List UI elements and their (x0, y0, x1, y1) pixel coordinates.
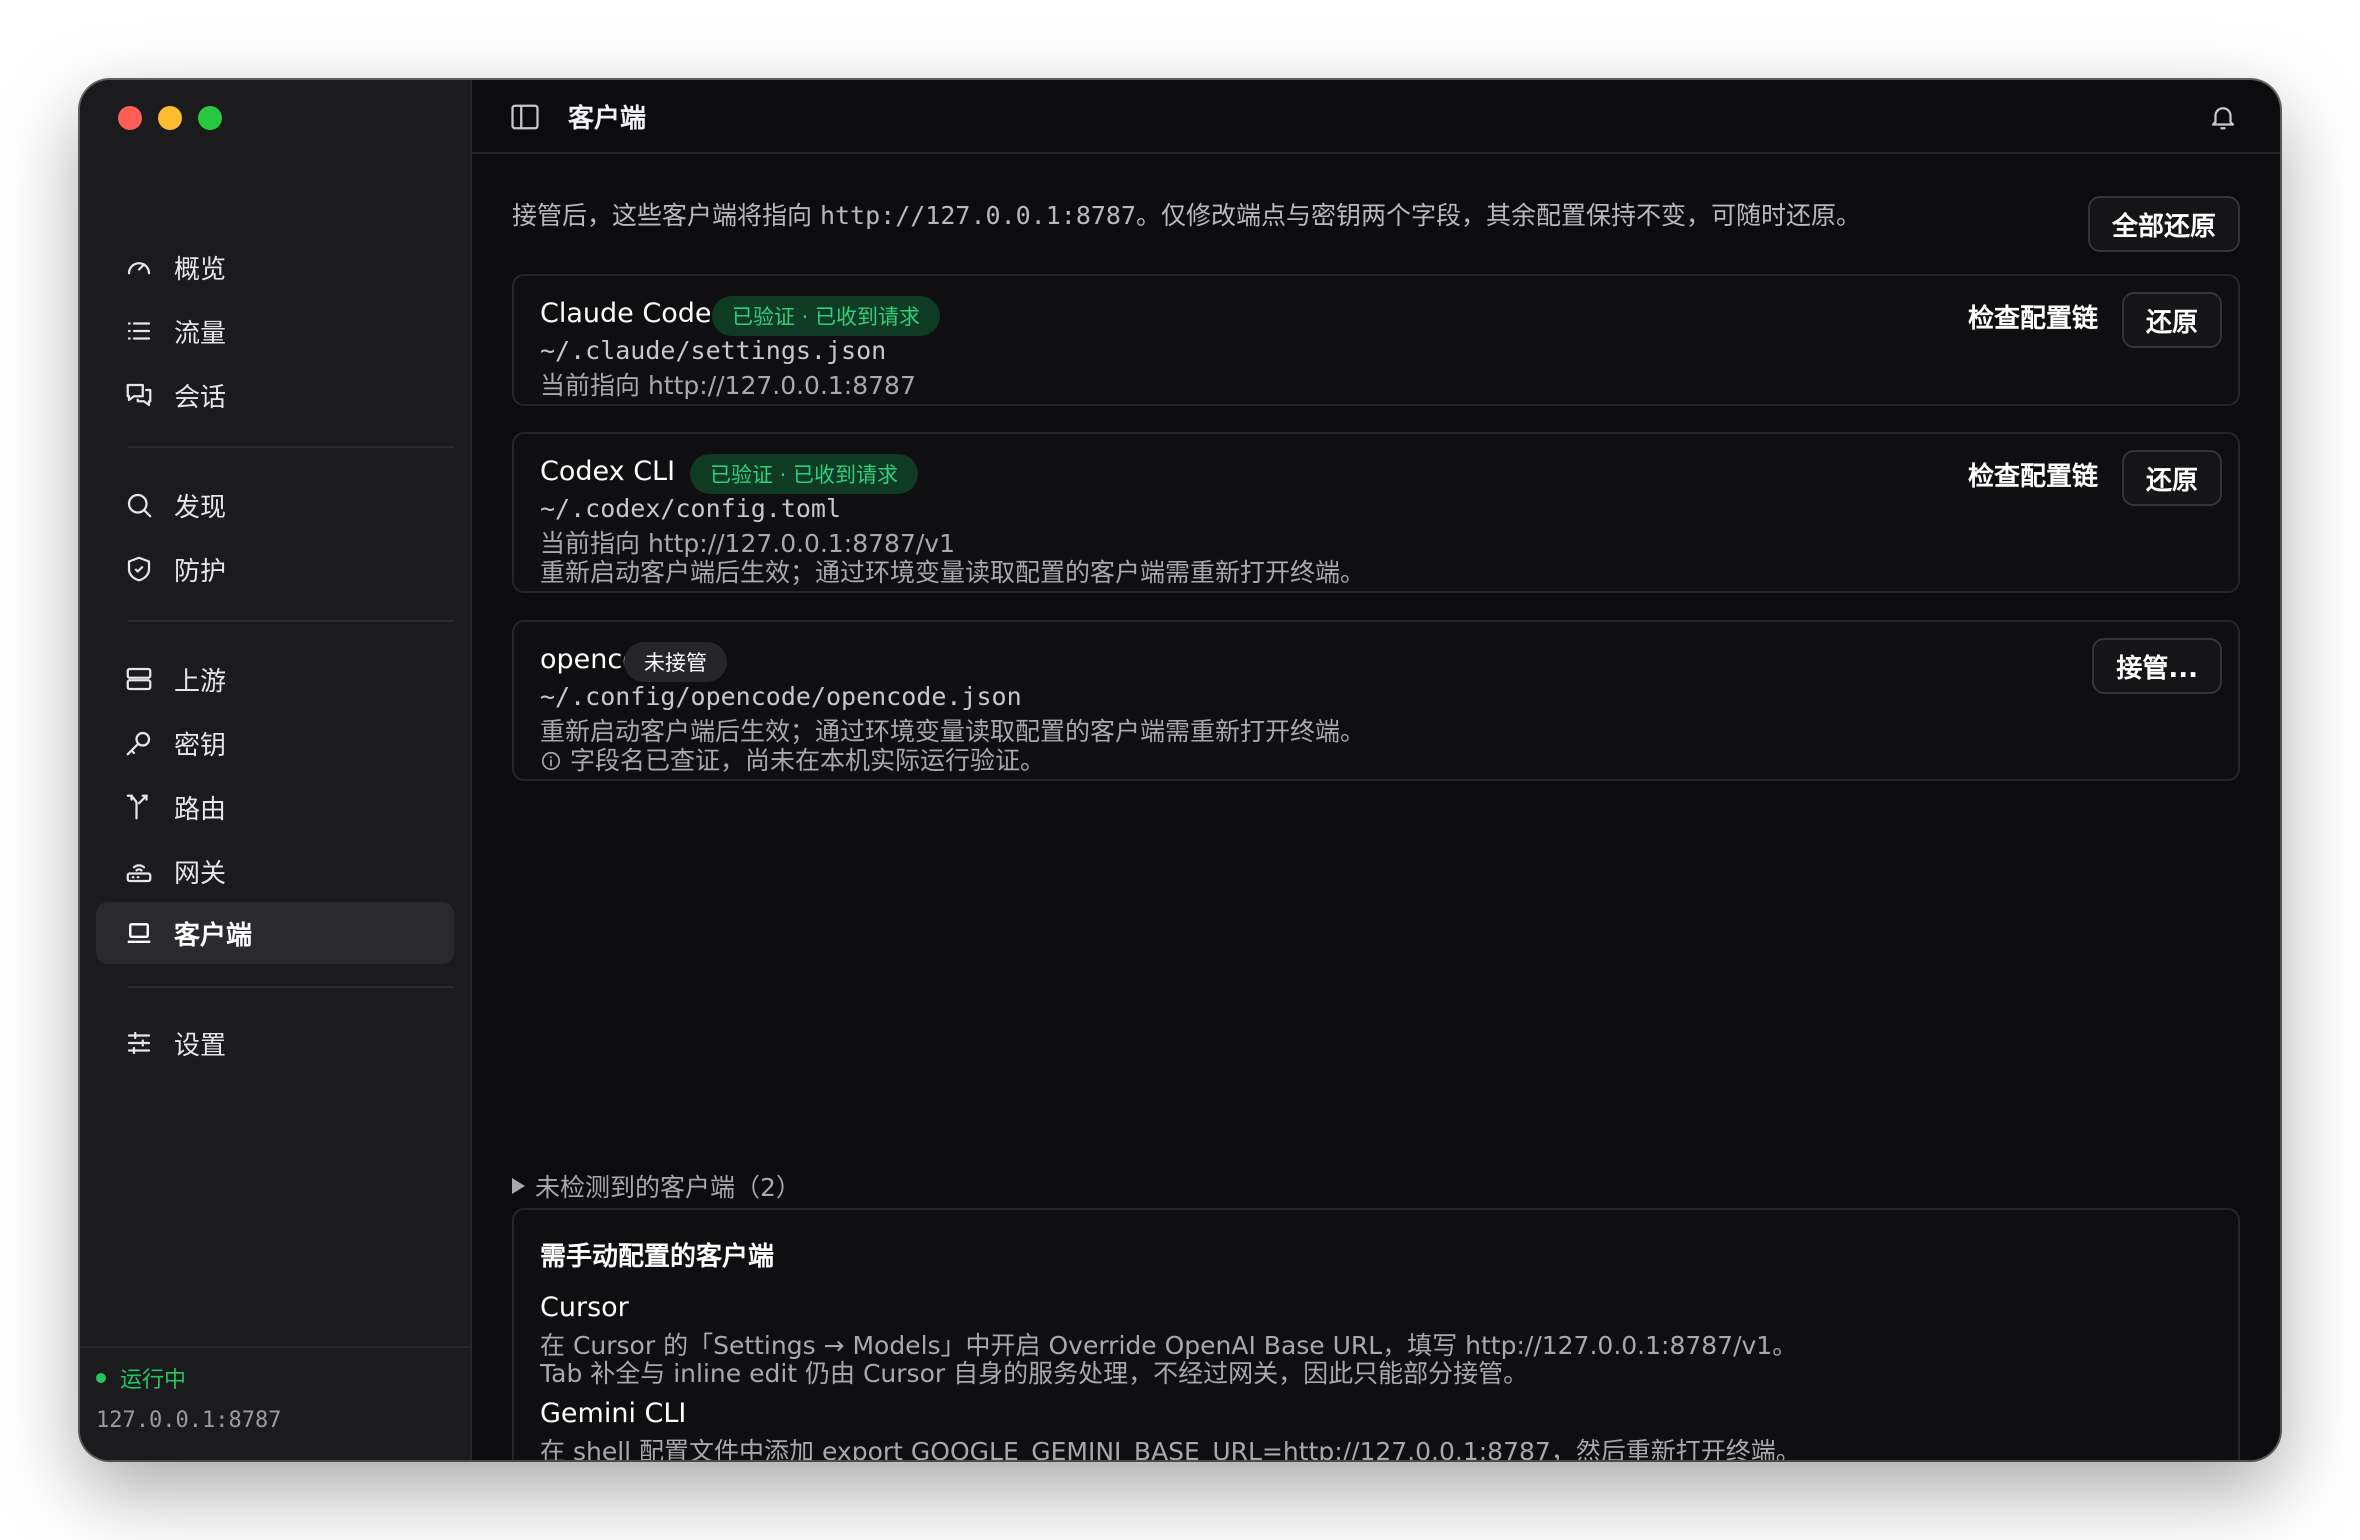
status-text: 运行中 (120, 1368, 187, 1393)
takeover-button[interactable]: 接管... (2092, 638, 2222, 694)
client-name: Codex CLI (540, 456, 676, 487)
nav-divider (128, 446, 454, 448)
intro-text-before: 接管后，这些客户端将指向 (512, 201, 820, 230)
sidebar-item-sessions[interactable]: 会话 (96, 364, 454, 426)
status-badge: 已验证 · 已收到请求 (712, 296, 941, 336)
app-window: 概览 流量 会话 发现 防护 上游 密钥 路由 网关 客户端 设置 运行中 12… (80, 80, 2280, 1460)
bell-icon[interactable] (2208, 102, 2238, 132)
zoom-window-button[interactable] (198, 106, 222, 130)
sidebar-item-settings[interactable]: 设置 (96, 1012, 454, 1074)
status-dot-icon (96, 1373, 106, 1383)
laptop-icon (127, 923, 151, 943)
manual-client-note: Tab 补全与 inline edit 仍由 Cursor 自身的服务处理，不经… (540, 1359, 1529, 1388)
listen-address: 127.0.0.1:8787 (96, 1408, 282, 1433)
sidebar-toggle-icon[interactable] (510, 103, 540, 131)
sidebar-item-label: 客户端 (174, 920, 253, 951)
sidebar-item-clients[interactable]: 客户端 (96, 902, 454, 964)
intro-text: 接管后，这些客户端将指向 http://127.0.0.1:8787。仅修改端点… (512, 196, 1861, 232)
status-badge: 已验证 · 已收到请求 (690, 454, 919, 494)
status-divider (80, 1346, 470, 1348)
sidebar-item-gateway[interactable]: 网关 (96, 840, 454, 902)
sidebar-item-label: 流量 (174, 318, 227, 349)
sidebar-item-label: 概览 (174, 254, 227, 285)
sidebar-item-keys[interactable]: 密钥 (96, 712, 454, 774)
check-config-chain-button[interactable]: 检查配置链 (1968, 298, 2098, 335)
sidebar-item-protection[interactable]: 防护 (96, 538, 454, 600)
nav-divider (128, 620, 454, 622)
restart-note: 重新启动客户端后生效；通过环境变量读取配置的客户端需重新打开终端。 (540, 558, 1366, 587)
search-icon (127, 493, 152, 518)
intro-url: http://127.0.0.1:8787 (819, 201, 1137, 230)
sliders-icon (127, 1031, 151, 1055)
restore-all-button[interactable]: 全部还原 (2087, 196, 2240, 252)
server-icon (126, 667, 152, 691)
gateway-icon (126, 864, 152, 883)
intro-text-after: 。仅修改端点与密钥两个字段，其余配置保持不变，可随时还原。 (1136, 201, 1862, 230)
sidebar-item-routes[interactable]: 路由 (96, 776, 454, 838)
key-icon (126, 731, 151, 756)
manual-config-card: 需手动配置的客户端 Cursor 在 Cursor 的「Settings → M… (512, 1208, 2240, 1460)
top-bar: 客户端 (472, 80, 2280, 154)
restore-button[interactable]: 还原 (2121, 292, 2222, 348)
config-path: ~/.claude/settings.json (540, 336, 887, 365)
sidebar-item-label: 设置 (174, 1030, 227, 1061)
manual-client-name: Cursor (540, 1292, 629, 1323)
nav-divider (128, 986, 454, 988)
sidebar-item-discover[interactable]: 发现 (96, 474, 454, 536)
status-indicator: 运行中 (96, 1362, 186, 1394)
client-card-codex-cli: Codex CLI 已验证 · 已收到请求 ~/.codex/config.to… (512, 432, 2240, 593)
main-content: 客户端 接管后，这些客户端将指向 http://127.0.0.1:8787。仅… (472, 80, 2280, 1460)
sidebar-item-overview[interactable]: 概览 (96, 236, 454, 298)
manual-client-name: Gemini CLI (540, 1398, 687, 1429)
close-window-button[interactable] (118, 106, 142, 130)
sidebar-item-label: 网关 (174, 858, 227, 889)
info-icon (541, 751, 561, 771)
sidebar: 概览 流量 会话 发现 防护 上游 密钥 路由 网关 客户端 设置 运行中 12… (80, 80, 472, 1460)
minimize-window-button[interactable] (158, 106, 182, 130)
list-icon (127, 322, 151, 340)
config-path: ~/.config/opencode/opencode.json (540, 682, 1022, 711)
client-card-claude-code: Claude Code 已验证 · 已收到请求 ~/.claude/settin… (512, 274, 2240, 406)
sidebar-item-label: 防护 (174, 556, 227, 587)
sidebar-item-label: 会话 (174, 382, 227, 413)
window-controls (118, 106, 222, 130)
info-note: 字段名已查证，尚未在本机实际运行验证。 (540, 741, 1045, 777)
undetected-label: 未检测到的客户端（2） (535, 1173, 801, 1202)
shield-icon (127, 556, 151, 582)
gauge-icon (127, 262, 151, 275)
client-card-opencode: opencode 未接管 ~/.config/opencode/opencode… (512, 620, 2240, 781)
info-text: 字段名已查证，尚未在本机实际运行验证。 (570, 746, 1046, 775)
sidebar-item-traffic[interactable]: 流量 (96, 300, 454, 362)
route-icon (126, 794, 148, 820)
status-badge: 未接管 (624, 642, 727, 682)
client-name: Claude Code (540, 298, 712, 329)
sidebar-item-label: 上游 (174, 666, 227, 697)
config-path: ~/.codex/config.toml (540, 494, 842, 523)
chat-icon (126, 383, 152, 407)
check-config-chain-button[interactable]: 检查配置链 (1968, 456, 2098, 493)
sidebar-item-label: 路由 (174, 794, 227, 825)
restore-button[interactable]: 还原 (2121, 450, 2222, 506)
sidebar-item-label: 发现 (174, 492, 227, 523)
manual-client-instruction: 在 shell 配置文件中添加 export GOOGLE_GEMINI_BAS… (540, 1437, 1801, 1460)
current-target: 当前指向 http://127.0.0.1:8787 (540, 371, 916, 400)
page-title: 客户端 (568, 104, 647, 134)
disclosure-triangle-icon (512, 1178, 525, 1194)
sidebar-item-upstream[interactable]: 上游 (96, 648, 454, 710)
manual-heading: 需手动配置的客户端 (540, 1242, 775, 1272)
sidebar-item-label: 密钥 (174, 730, 227, 761)
undetected-clients-toggle[interactable]: 未检测到的客户端（2） (512, 1168, 801, 1204)
